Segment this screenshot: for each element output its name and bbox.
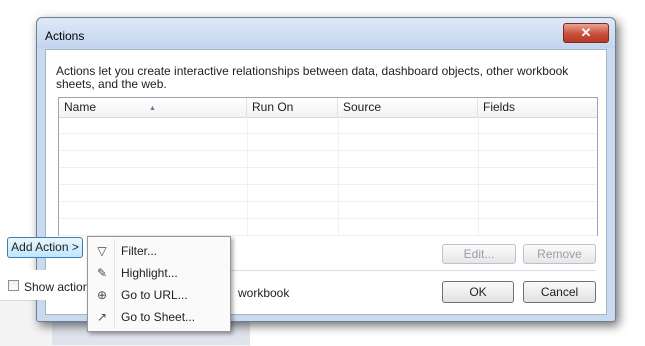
table-row: [59, 134, 597, 151]
highlight-icon: ✎: [96, 266, 108, 280]
close-button[interactable]: ✕: [563, 23, 609, 43]
table-row: [59, 168, 597, 185]
column-header-source[interactable]: Source: [338, 98, 478, 117]
show-actions-checkbox[interactable]: [8, 280, 19, 291]
column-header-run-on[interactable]: Run On: [247, 98, 338, 117]
show-actions-label: Show actions: [24, 280, 96, 294]
sort-ascending-icon: ▲: [149, 105, 156, 112]
remove-button[interactable]: Remove: [523, 244, 596, 264]
menu-item-go-to-url[interactable]: ⊕ Go to URL...: [90, 284, 228, 306]
filter-icon: ▽: [97, 244, 107, 258]
menu-item-highlight[interactable]: ✎ Highlight...: [90, 262, 228, 284]
table-row: [59, 202, 597, 219]
table-header: Name ▲ Run On Source Fields: [59, 98, 597, 118]
title-bar: Actions ✕: [37, 18, 615, 48]
table-row: [59, 185, 597, 202]
add-action-button[interactable]: Add Action >: [7, 237, 83, 258]
menu-item-go-to-sheet[interactable]: ↗ Go to Sheet...: [90, 306, 228, 328]
actions-table[interactable]: Name ▲ Run On Source Fields: [58, 97, 598, 236]
show-actions-scope-label: workbook: [238, 286, 290, 300]
edit-button[interactable]: Edit...: [442, 244, 516, 264]
table-row: [59, 151, 597, 168]
column-header-fields[interactable]: Fields: [478, 98, 597, 117]
dialog-title: Actions: [45, 29, 85, 43]
menu-item-filter[interactable]: ▽ Filter...: [90, 240, 228, 262]
close-icon: ✕: [580, 25, 592, 40]
table-row: [59, 219, 597, 236]
column-header-name[interactable]: Name ▲: [59, 98, 247, 117]
cancel-button[interactable]: Cancel: [523, 281, 596, 303]
add-action-menu: ▽ Filter... ✎ Highlight... ⊕ Go to URL..…: [87, 236, 231, 332]
table-row: [59, 117, 597, 134]
ok-button[interactable]: OK: [442, 281, 514, 303]
globe-icon: ⊕: [96, 288, 108, 302]
external-link-icon: ↗: [96, 310, 108, 324]
dialog-description: Actions let you create interactive relat…: [56, 64, 569, 91]
